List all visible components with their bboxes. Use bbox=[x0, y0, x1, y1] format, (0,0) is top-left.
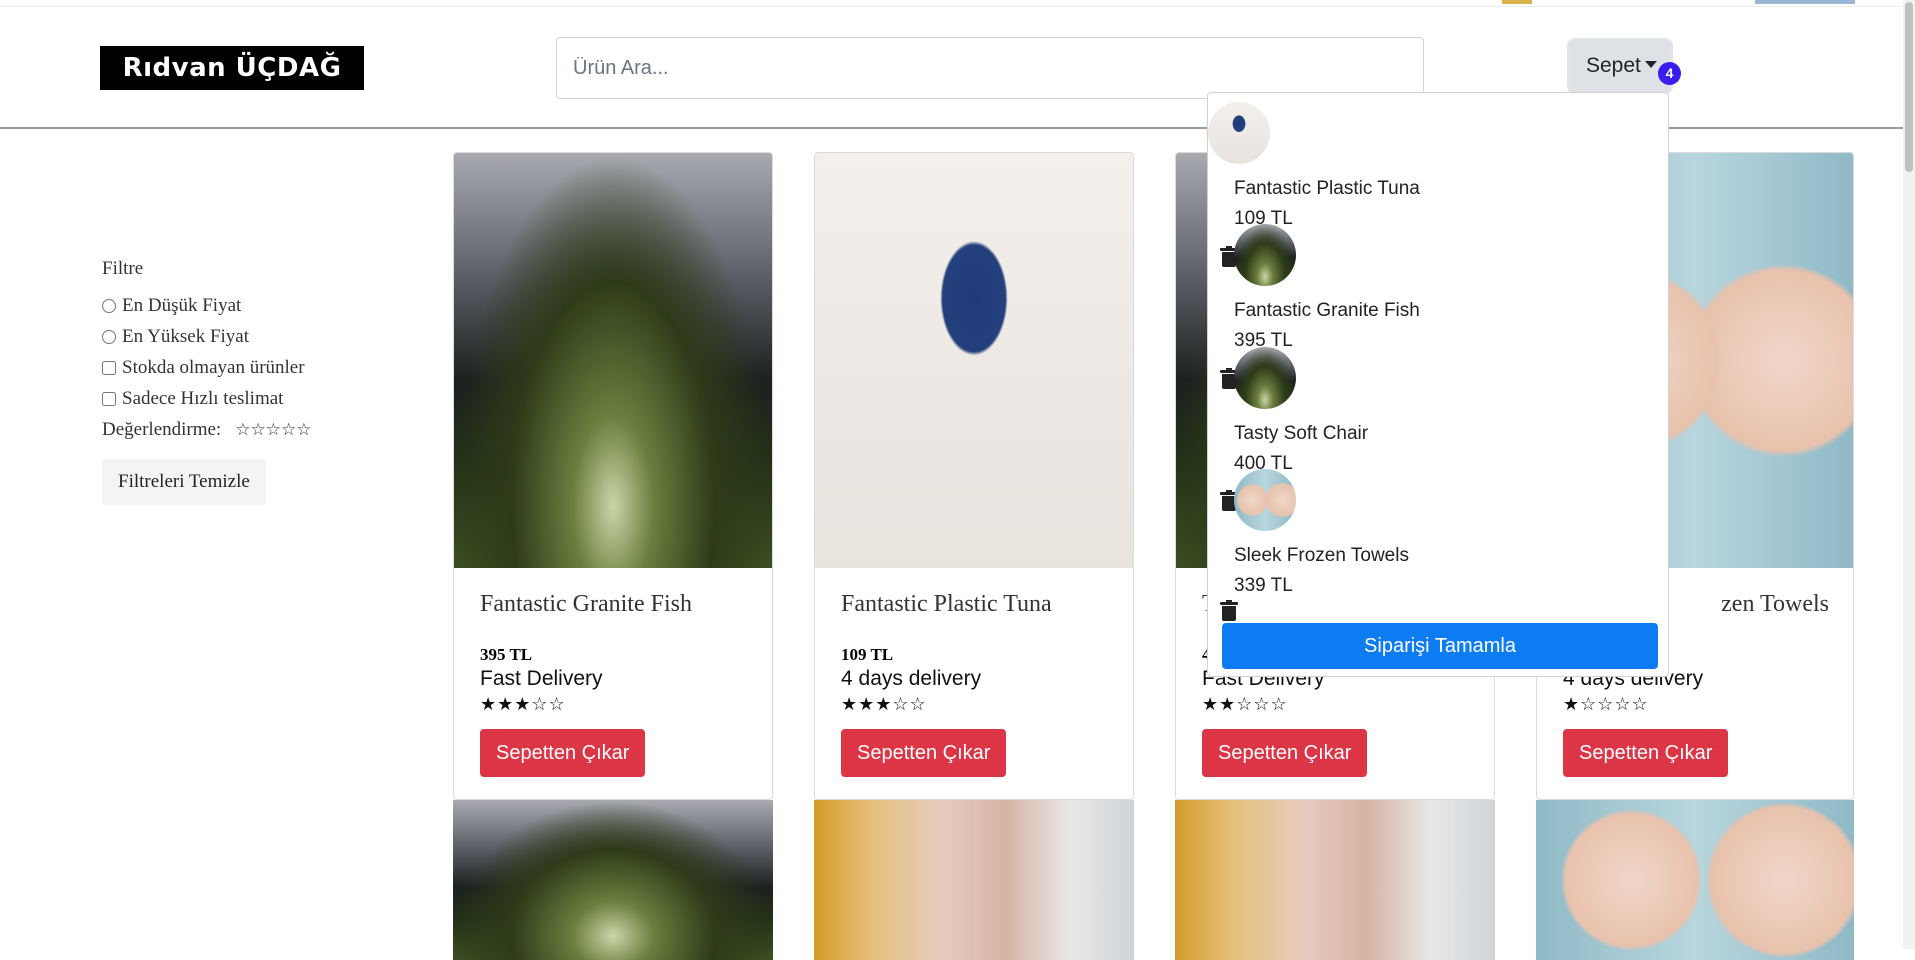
product-image bbox=[1175, 800, 1495, 960]
remove-from-cart-button[interactable]: Sepetten Çıkar bbox=[1563, 729, 1729, 777]
product-image bbox=[453, 800, 773, 960]
product-price: 109 TL bbox=[841, 645, 894, 664]
filter-highest-price[interactable]: En Yüksek Fiyat bbox=[102, 321, 362, 352]
product-image bbox=[454, 153, 772, 568]
filter-lowest-price[interactable]: En Düşük Fiyat bbox=[102, 290, 362, 321]
product-rating-stars: ★★★☆☆ bbox=[841, 694, 927, 714]
complete-order-button[interactable]: Siparişi Tamamla bbox=[1222, 623, 1658, 669]
cart-item-name: Fantastic Plastic Tuna bbox=[1234, 178, 1420, 199]
product-title: Fantastic Granite Fish bbox=[480, 591, 692, 617]
product-rating-stars: ★★☆☆☆ bbox=[1202, 694, 1288, 714]
trash-icon[interactable] bbox=[1220, 600, 1238, 621]
fast-delivery-checkbox[interactable] bbox=[102, 391, 116, 406]
product-card: Fantastic Granite Fish 395 TL Fast Deliv… bbox=[453, 152, 773, 800]
highest-price-label: En Yüksek Fiyat bbox=[122, 325, 250, 347]
cart-item: Tasty Soft Chair 400 TL bbox=[1208, 347, 1668, 474]
cart-item-name: Fantastic Granite Fish bbox=[1234, 300, 1420, 321]
product-card: Fantastic Plastic Tuna 109 TL 4 days del… bbox=[814, 152, 1134, 800]
caret-down-icon bbox=[1644, 61, 1657, 68]
cart-item-thumbnail bbox=[1208, 102, 1270, 164]
top-strip-mark bbox=[1502, 0, 1532, 4]
cart-item-thumbnail bbox=[1234, 347, 1296, 409]
lowest-price-radio[interactable] bbox=[102, 298, 116, 313]
remove-from-cart-button[interactable]: Sepetten Çıkar bbox=[841, 729, 1007, 777]
page-scrollbar[interactable] bbox=[1903, 0, 1915, 949]
cart-item-name: Sleek Frozen Towels bbox=[1234, 545, 1409, 566]
rating-filter: Değerlendirme: ☆☆☆☆☆ bbox=[102, 414, 362, 445]
cart-item: Fantastic Granite Fish 395 TL bbox=[1208, 224, 1668, 351]
product-card bbox=[814, 800, 1134, 960]
rating-filter-label: Değerlendirme: bbox=[102, 418, 222, 440]
product-card bbox=[1536, 800, 1854, 960]
product-rating-stars: ★☆☆☆☆ bbox=[1563, 694, 1649, 714]
cart-item: Fantastic Plastic Tuna 109 TL bbox=[1208, 102, 1668, 229]
filter-fast-delivery[interactable]: Sadece Hızlı teslimat bbox=[102, 383, 362, 414]
filter-out-of-stock[interactable]: Stokda olmayan ürünler bbox=[102, 352, 362, 383]
cart-label: Sepet bbox=[1586, 54, 1641, 77]
cart-item-thumbnail bbox=[1234, 224, 1296, 286]
cart-item-price: 339 TL bbox=[1234, 575, 1293, 596]
highest-price-radio[interactable] bbox=[102, 329, 116, 344]
remove-from-cart-button[interactable]: Sepetten Çıkar bbox=[480, 729, 646, 777]
product-card bbox=[453, 800, 773, 960]
cart-count-badge: 4 bbox=[1658, 62, 1681, 85]
filter-panel: Filtre En Düşük Fiyat En Yüksek Fiyat St… bbox=[102, 258, 362, 505]
product-image bbox=[815, 153, 1133, 568]
brand-logo[interactable]: Rıdvan ÜÇDAĞ bbox=[100, 46, 364, 90]
product-rating-stars: ★★★☆☆ bbox=[480, 694, 566, 714]
out-of-stock-checkbox[interactable] bbox=[102, 360, 116, 375]
browser-top-strip bbox=[0, 0, 1915, 7]
product-image bbox=[814, 800, 1134, 960]
remove-from-cart-button[interactable]: Sepetten Çıkar bbox=[1202, 729, 1368, 777]
product-card bbox=[1175, 800, 1495, 960]
product-price: 395 TL bbox=[480, 645, 533, 664]
rating-filter-stars[interactable]: ☆☆☆☆☆ bbox=[235, 420, 311, 440]
out-of-stock-label: Stokda olmayan ürünler bbox=[122, 356, 305, 378]
filter-title: Filtre bbox=[102, 258, 144, 279]
cart-dropdown-button[interactable]: Sepet bbox=[1570, 41, 1670, 91]
clear-filters-button[interactable]: Filtreleri Temizle bbox=[102, 459, 266, 505]
cart-item-name: Tasty Soft Chair bbox=[1234, 423, 1369, 444]
product-image bbox=[1536, 800, 1854, 960]
lowest-price-label: En Düşük Fiyat bbox=[122, 294, 242, 316]
top-strip-mark bbox=[1755, 0, 1855, 4]
cart-item: Sleek Frozen Towels 339 TL bbox=[1208, 469, 1668, 596]
fast-delivery-label: Sadece Hızlı teslimat bbox=[122, 387, 284, 409]
cart-item-thumbnail bbox=[1234, 469, 1296, 531]
search-input[interactable] bbox=[556, 37, 1424, 99]
cart-dropdown-menu: Fantastic Plastic Tuna 109 TL Fantastic … bbox=[1207, 92, 1669, 677]
product-title: Fantastic Plastic Tuna bbox=[841, 591, 1052, 617]
product-delivery: 4 days delivery bbox=[841, 667, 982, 690]
product-delivery: Fast Delivery bbox=[480, 667, 603, 690]
scrollbar-thumb[interactable] bbox=[1905, 2, 1913, 172]
